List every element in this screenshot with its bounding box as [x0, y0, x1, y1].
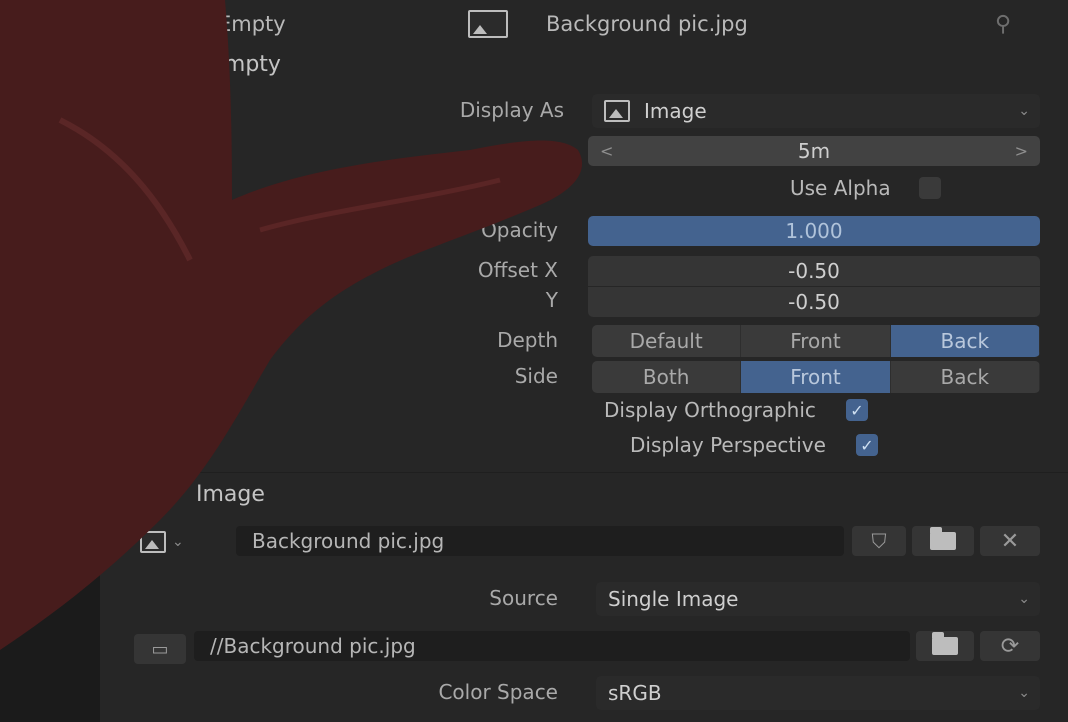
close-icon: ✕: [1000, 528, 1020, 554]
side-selector[interactable]: Both Front Back: [592, 361, 1040, 393]
side-option-back[interactable]: Back: [890, 361, 1040, 393]
side-option-both[interactable]: Both: [592, 361, 742, 393]
side-option-front[interactable]: Front: [741, 361, 891, 393]
package-icon: ▭: [151, 638, 169, 660]
section-divider: [100, 472, 1068, 473]
display-perspective-row[interactable]: Display Perspective ✓: [630, 433, 878, 457]
chevron-down-icon: ⌄: [1018, 103, 1030, 119]
shield-icon: ⛉: [871, 529, 887, 553]
offset-x-value: -0.50: [788, 259, 840, 283]
color-space-dropdown[interactable]: sRGB ⌄: [596, 676, 1040, 710]
size-label: Size: [522, 138, 564, 162]
offset-x-field[interactable]: -0.50: [588, 256, 1040, 286]
image-icon: [140, 531, 166, 553]
display-orthographic-label: Display Orthographic: [604, 398, 816, 422]
offset-y-label: Y: [545, 288, 558, 312]
display-as-label: Display As: [459, 98, 564, 122]
open-image-button[interactable]: [912, 526, 974, 556]
source-value: Single Image: [608, 587, 739, 611]
use-alpha-checkbox[interactable]: [918, 177, 941, 199]
reload-icon: ⟳: [1000, 633, 1020, 659]
folder-icon: [930, 527, 956, 550]
increment-arrow-icon[interactable]: >: [1015, 142, 1028, 161]
size-value: 5m: [797, 139, 831, 163]
unlink-image-button[interactable]: ✕: [980, 526, 1040, 556]
depth-selector[interactable]: Default Front Back: [592, 325, 1040, 357]
use-alpha-row[interactable]: Use Alpha: [790, 176, 941, 200]
source-label: Source: [489, 586, 558, 610]
depth-option-back[interactable]: Back: [890, 325, 1040, 357]
use-alpha-label: Use Alpha: [790, 176, 891, 200]
decrement-arrow-icon[interactable]: <: [600, 142, 613, 161]
display-as-dropdown[interactable]: Image ⌄: [592, 94, 1040, 128]
pin-icon[interactable]: ⚲: [990, 12, 1016, 38]
depth-option-front[interactable]: Front: [741, 325, 891, 357]
folder-icon: [932, 632, 958, 655]
display-orthographic-row[interactable]: Display Orthographic ✓: [604, 398, 868, 422]
tab-image-label: Background pic.jpg: [546, 12, 748, 36]
opacity-value: 1.000: [785, 219, 843, 243]
image-section-title: Image: [196, 482, 265, 507]
depth-label: Depth: [497, 328, 558, 352]
chevron-down-icon: ⌄: [1018, 685, 1030, 701]
color-space-label: Color Space: [438, 680, 558, 704]
tab-image-data[interactable]: Background pic.jpg: [468, 8, 908, 40]
color-space-value: sRGB: [608, 681, 662, 705]
chevron-down-icon: ⌄: [1018, 591, 1030, 607]
image-name-field[interactable]: Background pic.jpg: [236, 526, 844, 556]
reload-image-button[interactable]: ⟳: [980, 631, 1040, 661]
display-perspective-label: Display Perspective: [630, 433, 826, 457]
display-perspective-checkbox[interactable]: ✓: [855, 434, 878, 456]
image-browser-button[interactable]: ⌄: [140, 528, 220, 556]
side-label: Side: [514, 364, 558, 388]
image-section-header[interactable]: Image: [196, 482, 265, 507]
image-icon: [468, 10, 508, 38]
depth-option-default[interactable]: Default: [592, 325, 742, 357]
empty-section-title: Empty: [210, 52, 281, 77]
offset-x-label: Offset X: [477, 258, 558, 282]
opacity-label: Opacity: [481, 218, 558, 242]
source-dropdown[interactable]: Single Image ⌄: [596, 582, 1040, 616]
image-name-value: Background pic.jpg: [252, 529, 445, 553]
offset-y-value: -0.50: [788, 290, 840, 314]
fake-user-button[interactable]: ⛉: [852, 526, 906, 556]
browse-file-button[interactable]: [916, 631, 974, 661]
size-field[interactable]: < 5m >: [588, 136, 1040, 166]
filepath-field[interactable]: //Background pic.jpg: [194, 631, 910, 661]
tab-empty-label: Empty: [218, 12, 286, 36]
pack-file-button[interactable]: ▭: [134, 634, 186, 664]
tab-empty[interactable]: Empty: [218, 8, 378, 40]
image-icon: [604, 100, 630, 122]
opacity-field[interactable]: 1.000: [588, 216, 1040, 246]
display-orthographic-checkbox[interactable]: ✓: [845, 399, 868, 421]
display-as-value: Image: [644, 99, 707, 123]
offset-y-field[interactable]: -0.50: [588, 287, 1040, 317]
chevron-down-icon: ⌄: [172, 534, 184, 550]
filepath-value: //Background pic.jpg: [210, 634, 416, 658]
empty-section-header[interactable]: Empty: [210, 52, 281, 77]
